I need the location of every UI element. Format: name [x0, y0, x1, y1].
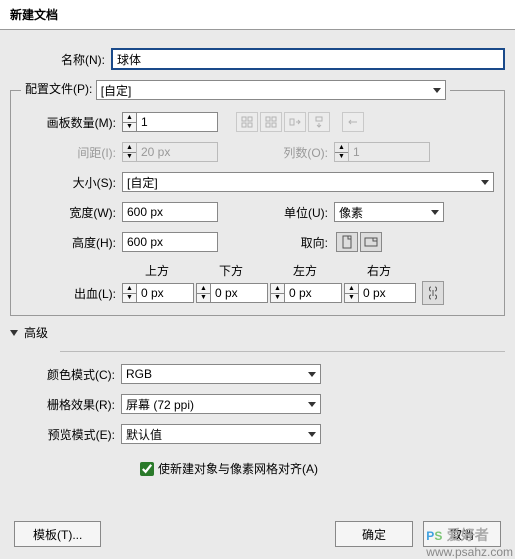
bleed-right-spinner[interactable]: ▲▼	[344, 283, 416, 303]
color-mode-label: 颜色模式(C):	[10, 366, 115, 383]
ok-button[interactable]: 确定	[335, 521, 413, 547]
preview-value: 默认值	[126, 426, 162, 443]
height-label: 高度(H):	[21, 234, 116, 251]
align-pixel-label: 使新建对象与像素网格对齐(A)	[158, 460, 318, 477]
chevron-down-icon	[308, 372, 316, 377]
orientation-portrait[interactable]	[336, 232, 358, 252]
align-pixel-checkbox[interactable]	[140, 462, 154, 476]
height-input[interactable]	[122, 232, 218, 252]
spin-up-icon[interactable]: ▲	[123, 113, 136, 123]
raster-label: 栅格效果(R):	[10, 396, 115, 413]
bleed-left-spinner[interactable]: ▲▼	[270, 283, 342, 303]
link-bleed-icon[interactable]	[422, 281, 444, 305]
name-label: 名称(N):	[10, 51, 105, 68]
profile-fieldset: 配置文件(P): [自定] 画板数量(M): ▲▼	[10, 80, 505, 316]
bleed-bottom-input[interactable]	[211, 284, 267, 302]
unit-value: 像素	[339, 204, 363, 221]
color-mode-select[interactable]: RGB	[121, 364, 321, 384]
preview-label: 预览模式(E):	[10, 426, 115, 443]
orientation-label: 取向:	[218, 234, 328, 251]
size-label: 大小(S):	[21, 174, 116, 191]
profile-select[interactable]: [自定]	[96, 80, 446, 100]
color-mode-value: RGB	[126, 367, 152, 381]
chevron-down-icon	[308, 402, 316, 407]
profile-label: 配置文件(P):	[25, 82, 92, 96]
bleed-left-input[interactable]	[285, 284, 341, 302]
grid-by-row-icon	[236, 112, 258, 132]
chevron-down-icon	[481, 180, 489, 185]
advanced-toggle[interactable]: 高级	[10, 324, 505, 341]
artboard-count-input[interactable]	[137, 113, 217, 131]
dialog-body: 名称(N): 配置文件(P): [自定] 画板数量(M): ▲▼	[0, 29, 515, 559]
bleed-bottom-spinner[interactable]: ▲▼	[196, 283, 268, 303]
columns-label: 列数(O):	[218, 144, 328, 161]
watermark-url: www.psahz.com	[426, 545, 513, 559]
chevron-down-icon	[431, 210, 439, 215]
spacing-input	[137, 143, 217, 161]
chevron-down-icon	[308, 432, 316, 437]
arrange-rtl-icon	[342, 112, 364, 132]
grid-by-col-icon	[260, 112, 282, 132]
profile-value: [自定]	[101, 82, 132, 99]
spacing-spinner: ▲▼	[122, 142, 218, 162]
bleed-right-label: 右方	[343, 262, 415, 279]
size-value: [自定]	[127, 174, 158, 191]
bleed-bottom-label: 下方	[195, 262, 267, 279]
raster-select[interactable]: 屏幕 (72 ppi)	[121, 394, 321, 414]
bleed-top-input[interactable]	[137, 284, 193, 302]
columns-input	[349, 143, 429, 161]
bleed-top-label: 上方	[121, 262, 193, 279]
orientation-landscape[interactable]	[360, 232, 382, 252]
chevron-down-icon	[433, 88, 441, 93]
bleed-label: 出血(L):	[21, 285, 116, 302]
arrange-right-icon	[284, 112, 306, 132]
unit-label: 单位(U):	[218, 204, 328, 221]
artboard-count-spinner[interactable]: ▲▼	[122, 112, 218, 132]
raster-value: 屏幕 (72 ppi)	[126, 396, 194, 413]
arrange-down-icon	[308, 112, 330, 132]
template-button[interactable]: 模板(T)...	[14, 521, 101, 547]
name-input[interactable]	[111, 48, 505, 70]
preview-select[interactable]: 默认值	[121, 424, 321, 444]
advanced-label: 高级	[24, 324, 48, 341]
unit-select[interactable]: 像素	[334, 202, 444, 222]
spacing-label: 间距(I):	[21, 144, 116, 161]
columns-spinner: ▲▼	[334, 142, 430, 162]
bleed-right-input[interactable]	[359, 284, 415, 302]
size-select[interactable]: [自定]	[122, 172, 494, 192]
artboard-count-label: 画板数量(M):	[21, 114, 116, 131]
spin-down-icon[interactable]: ▼	[123, 123, 136, 132]
width-input[interactable]	[122, 202, 218, 222]
bleed-top-spinner[interactable]: ▲▼	[122, 283, 194, 303]
watermark: PS 爱好者 www.psahz.com	[426, 525, 513, 559]
width-label: 宽度(W):	[21, 204, 116, 221]
triangle-down-icon	[10, 330, 18, 336]
dialog-title: 新建文档	[0, 0, 515, 29]
bleed-left-label: 左方	[269, 262, 341, 279]
